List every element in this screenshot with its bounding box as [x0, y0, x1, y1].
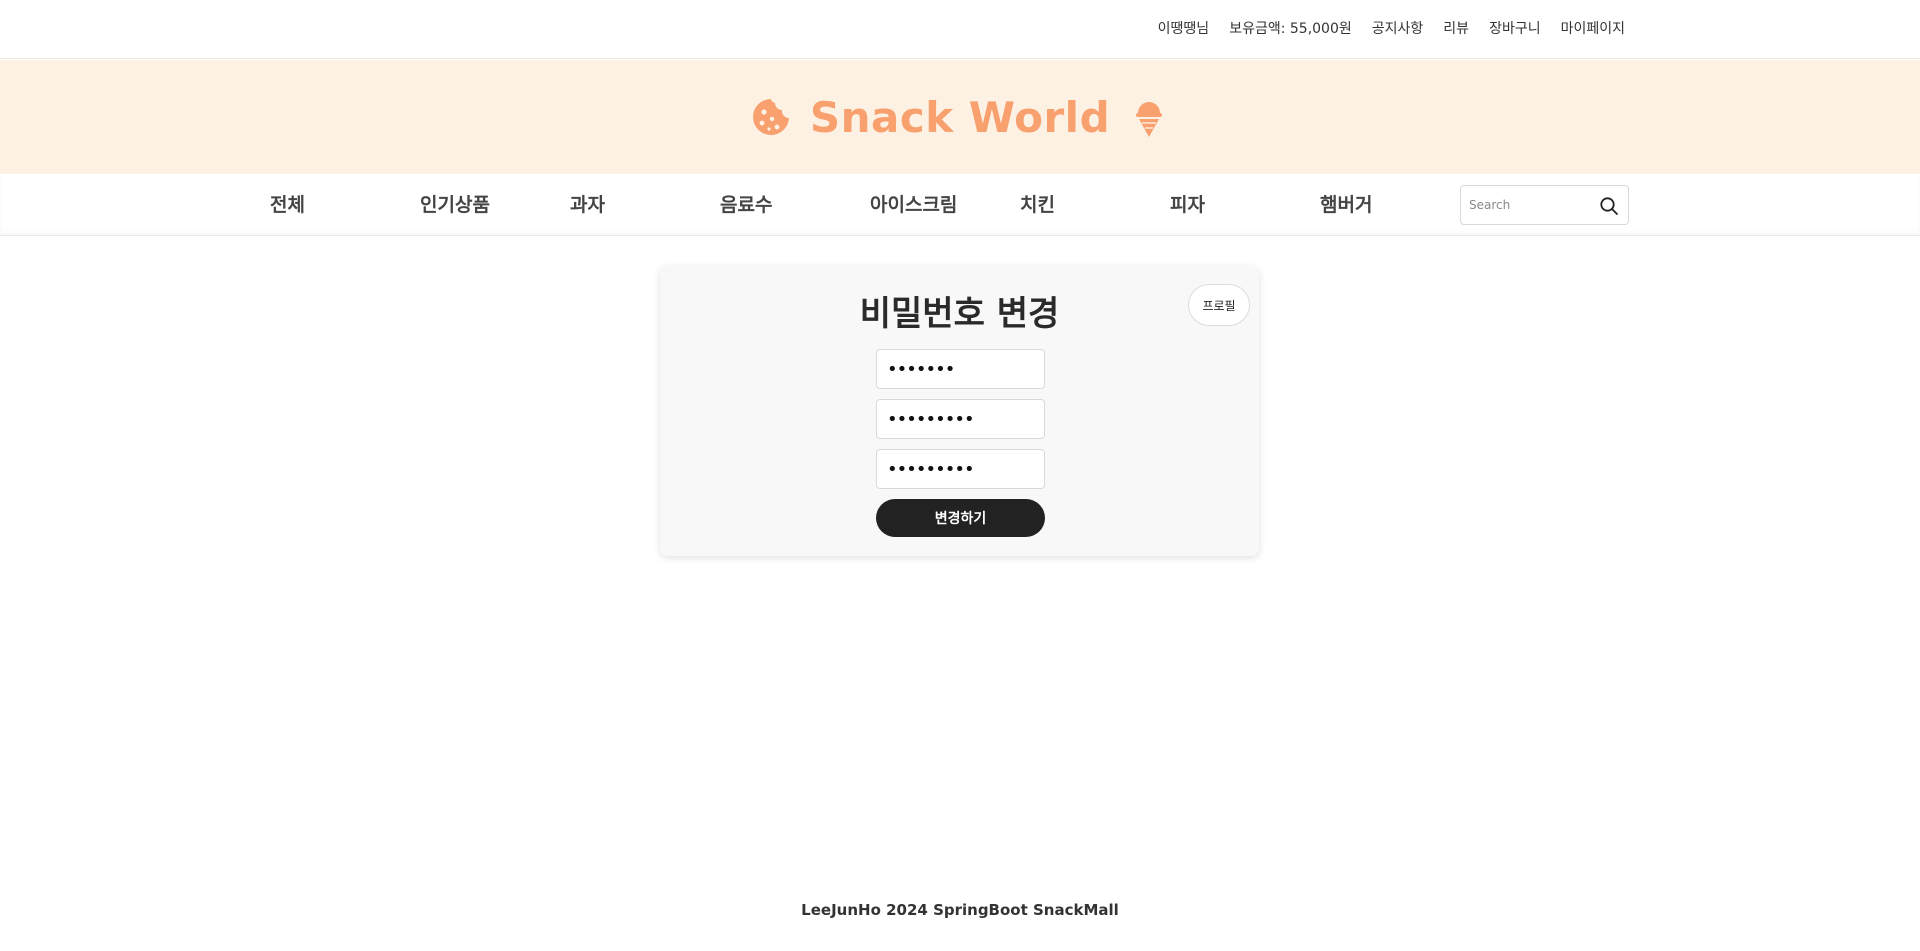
nav-item-drinks[interactable]: 음료수: [720, 193, 772, 217]
change-password-button[interactable]: 변경하기: [876, 499, 1045, 537]
search-icon[interactable]: [1599, 196, 1619, 216]
category-nav: 전체 인기상품 과자 음료수 아이스크림 치킨 피자 햄버거: [0, 175, 1920, 236]
username-label: 이땡땡님: [1157, 21, 1210, 37]
review-link[interactable]: 리뷰: [1443, 19, 1469, 39]
brand-logo[interactable]: Snack World: [750, 93, 1170, 142]
notice-link[interactable]: 공지사항: [1372, 19, 1424, 39]
nav-item-icecream[interactable]: 아이스크림: [870, 193, 957, 217]
confirm-password-field[interactable]: [876, 449, 1045, 489]
nav-item-all[interactable]: 전체: [270, 193, 305, 217]
search-box: [1460, 185, 1629, 225]
password-change-card: 비밀번호 변경 프로필 변경하기: [660, 266, 1259, 556]
footer-text: LeeJunHo 2024 SpringBoot SnackMall: [801, 901, 1119, 919]
nav-item-burger[interactable]: 햄버거: [1320, 193, 1372, 217]
current-password-field[interactable]: [876, 349, 1045, 389]
page-title: 비밀번호 변경: [859, 294, 1060, 334]
brand-banner: Snack World: [0, 60, 1920, 174]
nav-item-pizza[interactable]: 피자: [1170, 193, 1205, 217]
cart-link[interactable]: 장바구니: [1489, 19, 1541, 39]
nav-item-snacks[interactable]: 과자: [570, 193, 605, 217]
new-password-field[interactable]: [876, 399, 1045, 439]
nav-item-popular[interactable]: 인기상품: [420, 193, 490, 217]
balance-label: 보유금액: 55,000원: [1229, 21, 1352, 37]
mypage-link[interactable]: 마이페이지: [1561, 19, 1625, 39]
ice-cream-icon: [1136, 102, 1163, 137]
top-utility-bar: 이땡땡님 보유금액: 55,000원 공지사항 리뷰 장바구니 마이페이지: [0, 0, 1920, 59]
brand-title: Snack World: [809, 92, 1111, 142]
cookie-icon: [752, 99, 789, 135]
nav-item-chicken[interactable]: 치킨: [1020, 193, 1055, 217]
profile-button[interactable]: 프로필: [1188, 284, 1250, 326]
user-menu: 이땡땡님 보유금액: 55,000원 공지사항 리뷰 장바구니 마이페이지: [1138, 19, 1625, 39]
search-input[interactable]: [1469, 194, 1594, 216]
